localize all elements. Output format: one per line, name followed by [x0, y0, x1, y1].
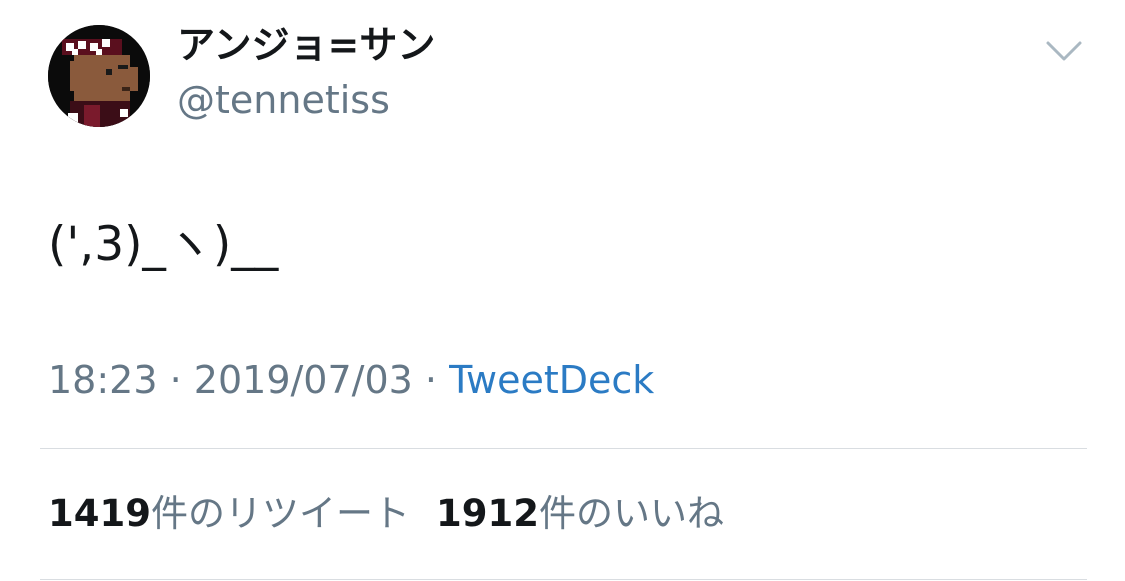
tweet-source-link[interactable]: TweetDeck: [449, 358, 654, 402]
like-label: 件のいいね: [538, 492, 724, 535]
meta-separator: ·: [424, 358, 438, 402]
like-count: 1912: [435, 492, 539, 535]
divider: [40, 579, 1087, 580]
tweet-date: 2019/07/03: [193, 358, 413, 402]
divider: [40, 448, 1087, 449]
chevron-down-icon[interactable]: [1044, 36, 1084, 66]
retweet-count: 1419: [48, 492, 151, 535]
display-name[interactable]: アンジョ=サン: [177, 22, 435, 68]
tweet-detail: アンジョ=サン @tennetiss (',3)_ヽ)__ 18:23 · 20…: [0, 0, 1125, 581]
tweet-meta: 18:23 · 2019/07/03 · TweetDeck: [48, 356, 654, 404]
avatar[interactable]: [48, 25, 150, 127]
retweet-label: 件のリツイート: [150, 492, 410, 535]
username-handle[interactable]: @tennetiss: [177, 77, 390, 123]
tweet-text: (',3)_ヽ)__: [48, 217, 279, 272]
pixel-avatar-icon: [48, 25, 150, 127]
tweet-stats: 1419件のリツイート 1912件のいいね: [48, 490, 750, 538]
meta-separator: ·: [169, 358, 182, 402]
like-count-link[interactable]: 1912件のいいね: [436, 490, 724, 538]
retweet-count-link[interactable]: 1419件のリツイート: [48, 490, 410, 538]
tweet-time: 18:23: [48, 358, 158, 402]
